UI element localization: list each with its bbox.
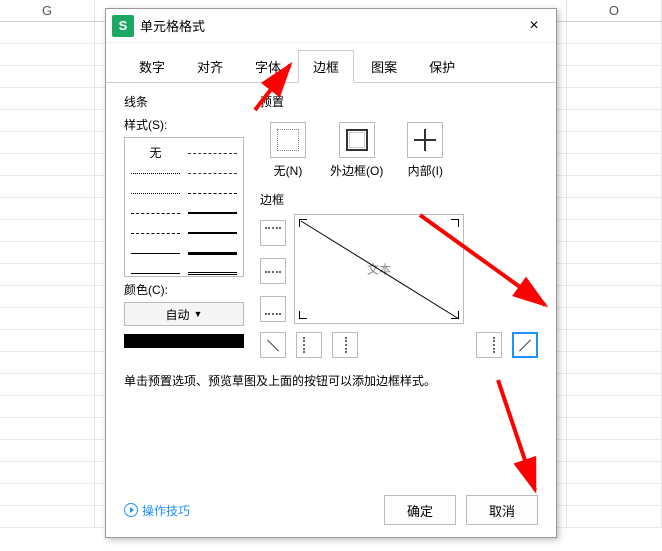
border-top-icon	[265, 227, 281, 239]
line-style-option[interactable]	[131, 204, 180, 222]
border-vmid-icon	[339, 337, 351, 353]
column-header-o[interactable]: O	[567, 0, 662, 21]
cancel-button[interactable]: 取消	[466, 495, 538, 525]
color-dropdown[interactable]: 自动 ▼	[124, 302, 244, 326]
border-section-label: 边框	[260, 191, 538, 208]
line-style-option[interactable]	[131, 164, 180, 182]
preset-none-icon	[277, 129, 299, 151]
tab-bar: 数字 对齐 字体 边框 图案 保护	[106, 43, 556, 83]
tab-pattern[interactable]: 图案	[356, 50, 412, 83]
cell-format-dialog: S 单元格格式 × 数字 对齐 字体 边框 图案 保护 线条 样式(S): 无	[105, 8, 557, 538]
tab-protection[interactable]: 保护	[414, 50, 470, 83]
close-button[interactable]: ×	[518, 12, 550, 40]
line-style-option[interactable]	[188, 244, 237, 262]
preset-outline-icon	[346, 129, 368, 151]
style-label: 样式(S):	[124, 116, 244, 133]
tips-link[interactable]: 操作技巧	[124, 502, 190, 519]
color-label: 颜色(C):	[124, 281, 244, 298]
column-header-g[interactable]: G	[0, 0, 95, 21]
border-left-button[interactable]	[296, 332, 322, 358]
preset-outline-button[interactable]	[339, 122, 375, 158]
line-style-option[interactable]	[131, 224, 180, 242]
dialog-title: 单元格格式	[140, 16, 518, 35]
line-style-option[interactable]	[131, 244, 180, 262]
border-left-icon	[303, 337, 315, 353]
tab-alignment[interactable]: 对齐	[182, 50, 238, 83]
line-style-option[interactable]	[188, 184, 237, 202]
border-diag-up-button[interactable]	[260, 332, 286, 358]
border-right-icon	[483, 337, 495, 353]
tab-number[interactable]: 数字	[124, 50, 180, 83]
border-preview[interactable]: 文本	[294, 214, 464, 324]
ok-button[interactable]: 确定	[384, 495, 456, 525]
line-style-option[interactable]	[188, 164, 237, 182]
border-hmid-icon	[265, 265, 281, 277]
preset-none-label: 无(N)	[274, 162, 303, 179]
preset-outline-label: 外边框(O)	[330, 162, 383, 179]
titlebar: S 单元格格式 ×	[106, 9, 556, 43]
preset-none-button[interactable]	[270, 122, 306, 158]
tab-font[interactable]: 字体	[240, 50, 296, 83]
line-style-option[interactable]	[188, 204, 237, 222]
line-style-option[interactable]	[188, 144, 237, 162]
border-bottom-icon	[265, 303, 281, 315]
tab-border[interactable]: 边框	[298, 50, 354, 83]
line-style-none[interactable]: 无	[131, 144, 180, 162]
preset-inside-icon	[414, 129, 436, 151]
preset-section-label: 预置	[260, 93, 538, 110]
hint-text: 单击预置选项、预览草图及上面的按钮可以添加边框样式。	[124, 372, 538, 389]
preset-inside-button[interactable]	[407, 122, 443, 158]
tips-label: 操作技巧	[142, 502, 190, 519]
chevron-down-icon: ▼	[194, 309, 203, 319]
color-preview-bar	[124, 334, 244, 348]
border-diag-down-button[interactable]	[512, 332, 538, 358]
border-vmid-button[interactable]	[332, 332, 358, 358]
border-hmid-button[interactable]	[260, 258, 286, 284]
play-icon	[124, 503, 138, 517]
preview-diagonal-line	[295, 215, 463, 323]
line-style-option[interactable]	[131, 184, 180, 202]
border-right-button[interactable]	[476, 332, 502, 358]
line-style-option[interactable]	[188, 264, 237, 282]
line-style-option[interactable]	[188, 224, 237, 242]
border-top-button[interactable]	[260, 220, 286, 246]
diag-up-icon	[265, 337, 281, 353]
border-bottom-button[interactable]	[260, 296, 286, 322]
line-style-picker[interactable]: 无	[124, 137, 244, 277]
app-icon: S	[112, 15, 134, 37]
color-value: 自动	[166, 306, 190, 323]
line-section-label: 线条	[124, 93, 244, 110]
diag-down-icon	[517, 337, 533, 353]
line-style-option[interactable]	[131, 264, 180, 282]
preset-inside-label: 内部(I)	[408, 162, 443, 179]
